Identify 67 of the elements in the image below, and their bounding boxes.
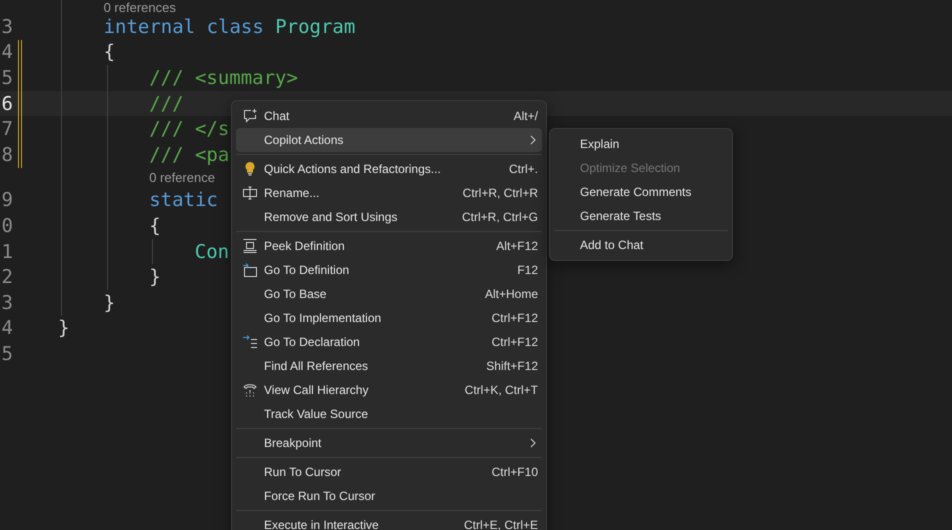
code-comment: /// </s [149, 118, 230, 140]
peek-icon [242, 238, 258, 254]
menu-item[interactable]: Remove and Sort Usings Ctrl+R, Ctrl+G [236, 205, 542, 229]
line-number: 3 [0, 16, 13, 38]
line-number: 1 [0, 240, 13, 263]
reference-count[interactable]: 0 references [104, 0, 176, 14]
shortcut-text: Ctrl+R, Ctrl+R [462, 186, 538, 200]
line-number: 5 [0, 342, 13, 365]
code-brace: { [149, 214, 161, 237]
shortcut-text: Ctrl+F12 [492, 335, 538, 349]
code-comment: /// <summary> [149, 66, 298, 89]
shortcut-text: Alt+/ [514, 109, 538, 123]
shortcut-text: Shift+F12 [486, 359, 538, 373]
menu-item[interactable]: Chat Alt+/ [236, 104, 542, 128]
line-number: 2 [0, 266, 13, 288]
line-number: 9 [0, 189, 13, 212]
menu-item[interactable]: Force Run To Cursor [236, 484, 542, 508]
menu-item[interactable]: Explain [554, 132, 728, 156]
rename-icon [242, 185, 258, 201]
line-number: 3 [0, 292, 13, 314]
shortcut-text: Ctrl+. [508, 162, 538, 176]
type-name: Con [194, 240, 230, 263]
menu-item[interactable]: Go To Declaration Ctrl+F12 [236, 330, 542, 354]
shortcut-text: F12 [517, 263, 538, 277]
menu-item[interactable]: Track Value Source [236, 402, 542, 426]
type-name: Program [275, 16, 356, 38]
menu-item[interactable]: Find All References Shift+F12 [236, 354, 542, 378]
chat-icon [242, 108, 258, 124]
menu-item[interactable]: Quick Actions and Refactorings... Ctrl+. [236, 157, 542, 181]
line-number: 8 [0, 144, 13, 166]
line-number: 7 [0, 118, 13, 140]
menu-item[interactable]: Generate Comments [554, 180, 728, 204]
code-comment: /// [149, 92, 184, 115]
call-hierarchy-icon [242, 382, 258, 398]
menu-item[interactable]: Breakpoint [236, 431, 542, 455]
menu-item[interactable]: Rename... Ctrl+R, Ctrl+R [236, 181, 542, 205]
menu-item[interactable]: Copilot Actions [236, 128, 542, 152]
code-brace: { [104, 41, 116, 64]
shortcut-text: Ctrl+F10 [492, 465, 538, 479]
menu-item[interactable]: Add to Chat [554, 233, 728, 257]
declaration-icon [242, 334, 258, 350]
shortcut-text: Ctrl+F12 [492, 311, 538, 325]
line-number: 6 [0, 92, 13, 115]
code-brace: } [149, 266, 161, 288]
line-number: 0 [0, 214, 13, 237]
menu-item[interactable]: Run To Cursor Ctrl+F10 [236, 460, 542, 484]
menu-item[interactable]: Go To Implementation Ctrl+F12 [236, 306, 542, 330]
code-brace: } [58, 317, 70, 340]
shortcut-text: Alt+F12 [496, 239, 538, 253]
line-number: 4 [0, 317, 13, 340]
line-number: 5 [0, 66, 13, 89]
menu-item[interactable]: View Call Hierarchy Ctrl+K, Ctrl+T [236, 378, 542, 402]
code-comment: /// <pa [149, 144, 230, 166]
code-keyword: class [206, 16, 264, 38]
menu-item[interactable]: Generate Tests [554, 204, 728, 228]
shortcut-text: Ctrl+R, Ctrl+G [462, 210, 538, 224]
menu-item[interactable]: Peek Definition Alt+F12 [236, 234, 542, 258]
reference-count[interactable]: 0 reference [149, 171, 215, 184]
code-keyword: static [149, 189, 218, 212]
menu-item[interactable]: Go To Definition F12 [236, 258, 542, 282]
code-brace: } [104, 292, 116, 314]
definition-icon [242, 262, 258, 278]
line-number: 4 [0, 41, 13, 64]
code-keyword: internal [104, 16, 196, 38]
shortcut-text: Ctrl+K, Ctrl+T [464, 383, 538, 397]
shortcut-text: Alt+Home [484, 287, 538, 301]
menu-item[interactable]: Go To Base Alt+Home [236, 282, 542, 306]
